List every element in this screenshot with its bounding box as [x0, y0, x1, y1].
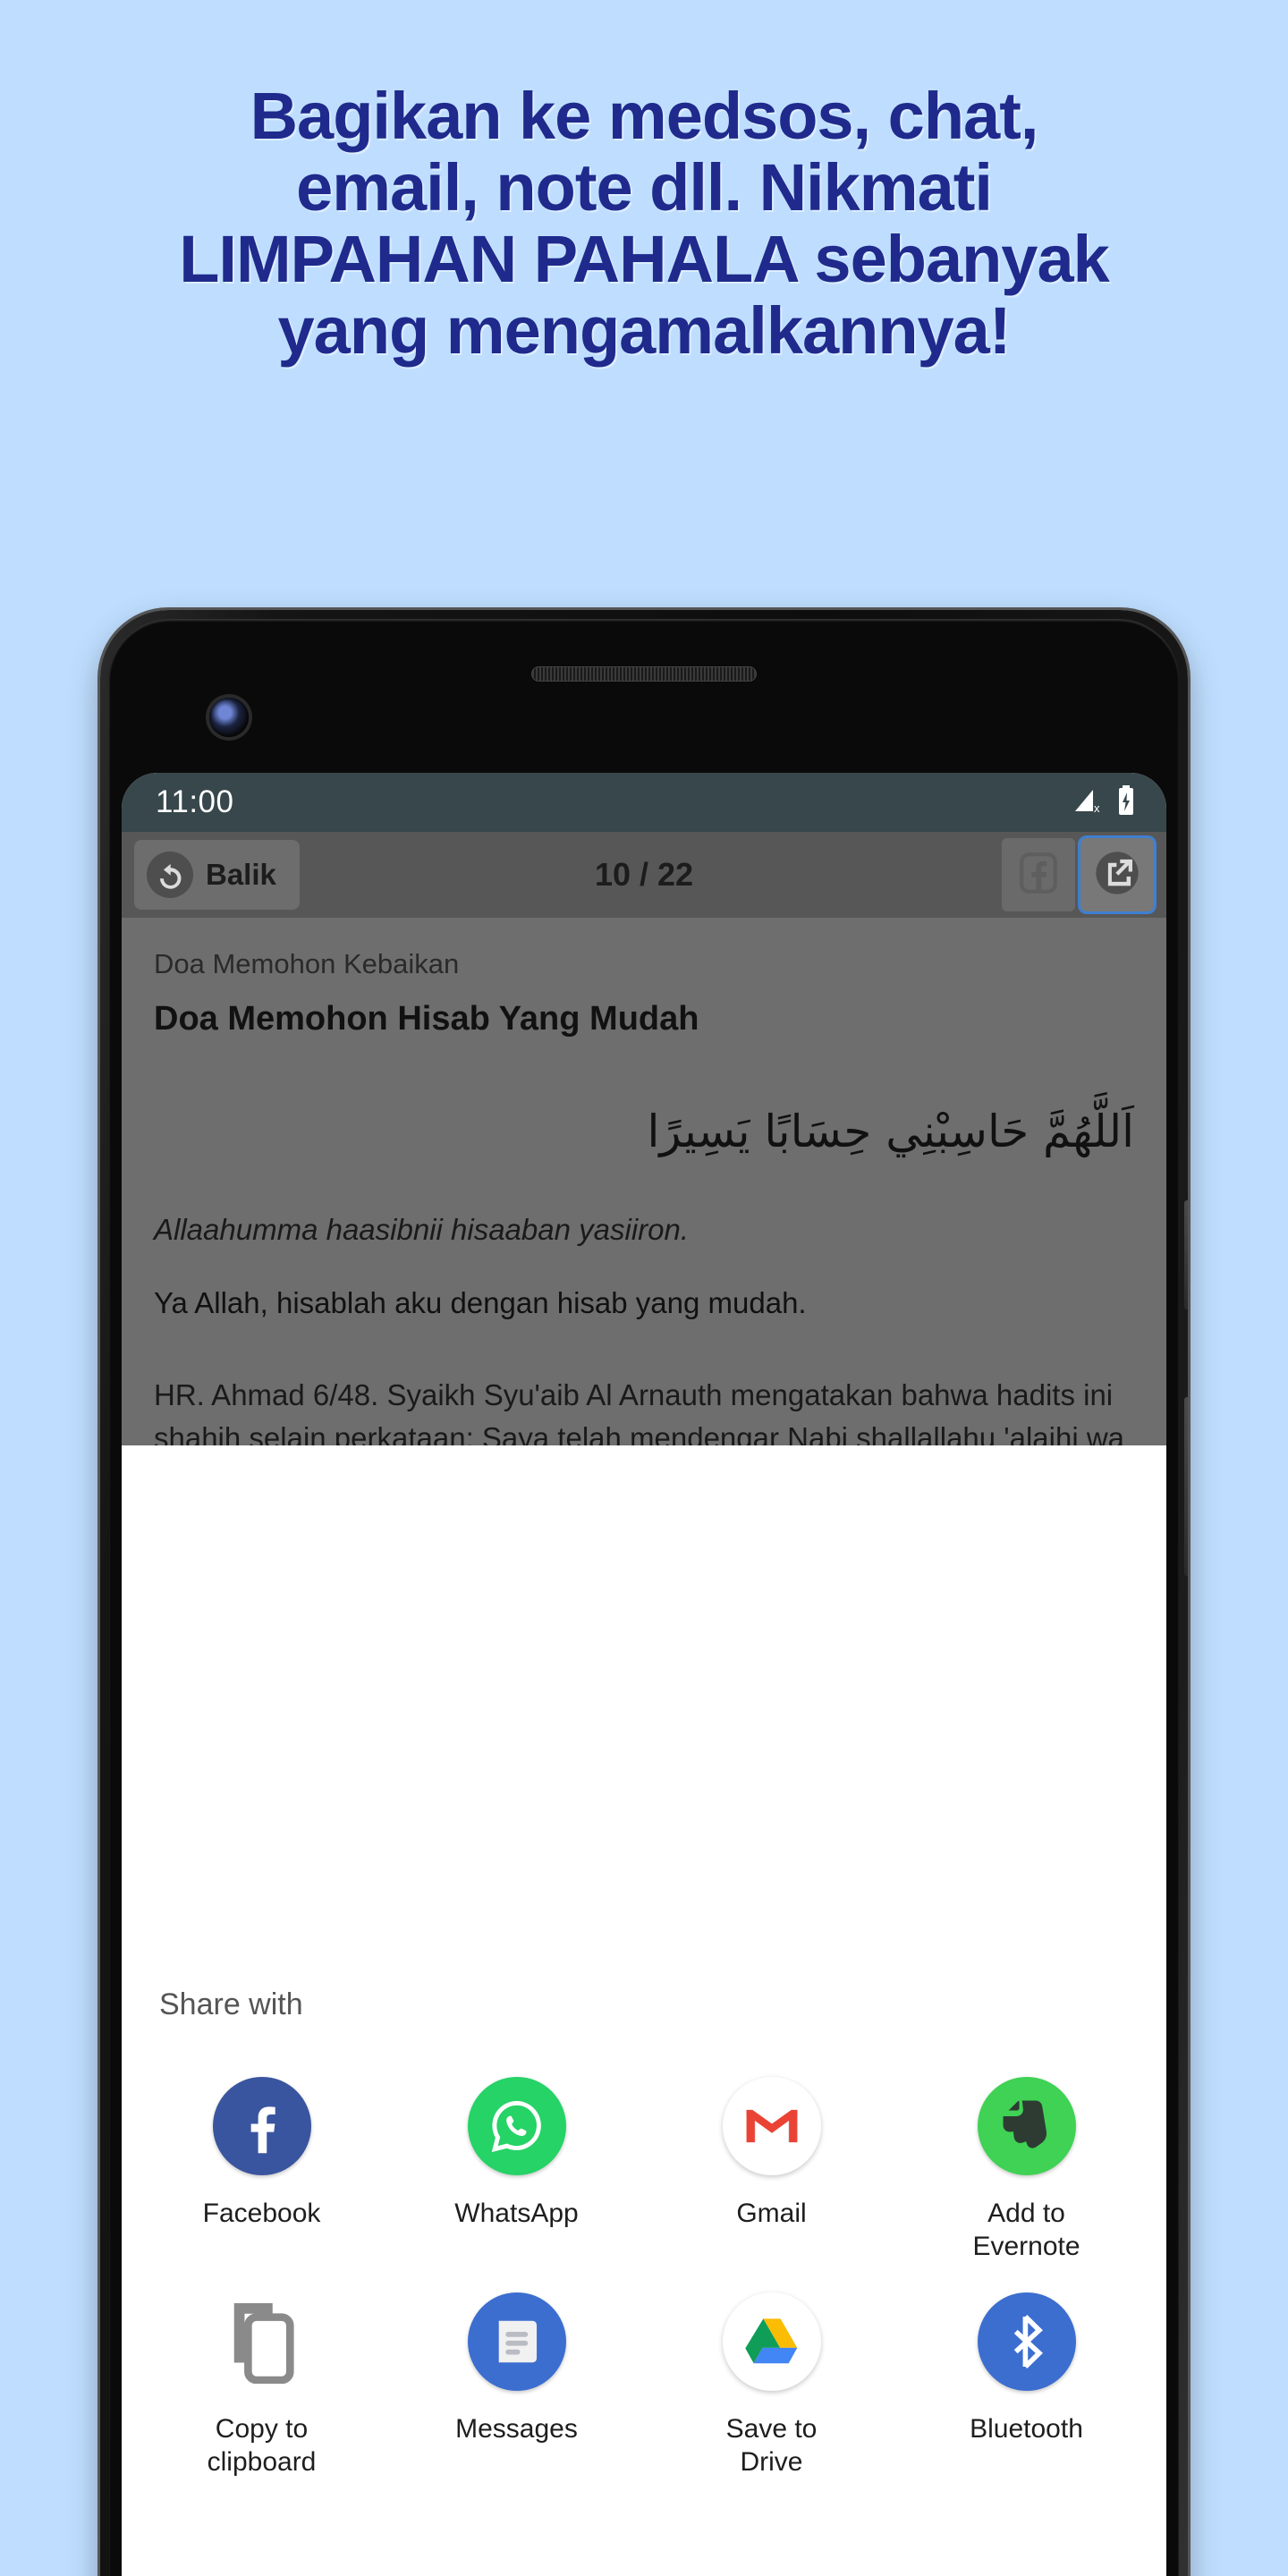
doa-category: Doa Memohon Kebaikan: [154, 948, 460, 979]
share-target-save-to-drive[interactable]: Save to Drive: [644, 2290, 899, 2479]
share-target-grid: Facebook WhatsApp Gmail Add to Evernote …: [122, 2074, 1166, 2479]
share-target-whatsapp[interactable]: WhatsApp: [389, 2074, 644, 2263]
share-target-label: Facebook: [202, 2199, 321, 2228]
facebook-square-icon: [1016, 851, 1061, 900]
headline-line-3: LIMPAHAN PAHALA sebanyak: [179, 221, 1110, 296]
back-button-label: Balik: [206, 858, 276, 891]
share-target-label: Messages: [455, 2414, 578, 2445]
bluetooth-icon: [975, 2290, 1079, 2394]
doa-arabic-text: اَللَّهُمَّ حَاسِبْنِي حِسَابًا يَسِيرًا: [647, 1106, 1134, 1157]
facebook-share-button[interactable]: [1002, 838, 1075, 911]
status-icons: x: [1073, 784, 1136, 820]
share-target-label: WhatsApp: [454, 2199, 579, 2228]
share-target-label: Save to Drive: [725, 2414, 818, 2477]
share-target-label: Add to Evernote: [972, 2199, 1080, 2261]
share-target-messages[interactable]: Messages: [389, 2290, 644, 2479]
share-target-label: Gmail: [736, 2199, 807, 2228]
share-target-copy-to-clipboard[interactable]: Copy to clipboard: [134, 2290, 389, 2479]
front-camera-icon: [209, 698, 249, 737]
headline-line-1: Bagikan ke medsos, chat,: [250, 79, 1039, 153]
promo-headline: Bagikan ke medsos, chat, email, note dll…: [0, 80, 1288, 367]
gmail-icon: [720, 2074, 824, 2178]
battery-charging-icon: [1116, 784, 1136, 820]
app-toolbar: Balik 10 / 22: [122, 832, 1166, 918]
share-target-label: Bluetooth: [970, 2414, 1083, 2445]
share-target-evernote[interactable]: Add to Evernote: [899, 2074, 1154, 2263]
facebook-icon: [210, 2074, 314, 2178]
doa-title: Doa Memohon Hisab Yang Mudah: [154, 1000, 699, 1038]
doa-meaning: Ya Allah, hisablah aku dengan hisab yang…: [154, 1286, 807, 1319]
share-export-icon: [1093, 849, 1141, 902]
copy-to-clipboard-icon: [210, 2290, 314, 2394]
share-sheet: Share with Facebook WhatsApp Gmail Add t…: [122, 1952, 1166, 2576]
doa-transliteration: Allaahumma haasibnii hisaaban yasiiron.: [154, 1213, 690, 1246]
share-target-gmail[interactable]: Gmail: [644, 2074, 899, 2263]
doa-source: HR. Ahmad 6/48. Syaikh Syu'aib Al Arnaut…: [154, 1378, 1125, 1445]
phone-mockup: 11:00 x Balik 10 / 22 Doa Memohon Kebaik…: [100, 610, 1188, 2576]
status-time: 11:00: [156, 784, 234, 819]
whatsapp-icon: [465, 2074, 569, 2178]
evernote-icon: [975, 2074, 1079, 2178]
headline-line-2: email, note dll. Nikmati: [296, 149, 993, 225]
power-button[interactable]: [1184, 1200, 1188, 1309]
messages-icon: [465, 2290, 569, 2394]
back-arrow-circle-icon: [147, 852, 193, 898]
toolbar-actions: [1002, 838, 1154, 911]
share-target-facebook[interactable]: Facebook: [134, 2074, 389, 2263]
headline-line-4: yang mengamalkannya!: [277, 292, 1012, 368]
phone-screen: 11:00 x Balik 10 / 22 Doa Memohon Kebaik…: [122, 773, 1166, 2576]
share-target-bluetooth[interactable]: Bluetooth: [899, 2290, 1154, 2479]
earpiece-speaker-icon: [531, 666, 757, 682]
back-button[interactable]: Balik: [134, 840, 300, 910]
share-sheet-title: Share with: [159, 1987, 303, 2021]
doa-content: Doa Memohon Kebaikan Doa Memohon Hisab Y…: [122, 918, 1166, 1445]
volume-button[interactable]: [1184, 1397, 1188, 1576]
share-target-label: Copy to clipboard: [207, 2414, 317, 2477]
svg-text:x: x: [1094, 801, 1100, 815]
signal-no-sim-icon: x: [1073, 786, 1104, 819]
status-bar: 11:00 x: [122, 773, 1166, 832]
google-drive-icon: [720, 2290, 824, 2394]
share-button[interactable]: [1080, 838, 1154, 911]
